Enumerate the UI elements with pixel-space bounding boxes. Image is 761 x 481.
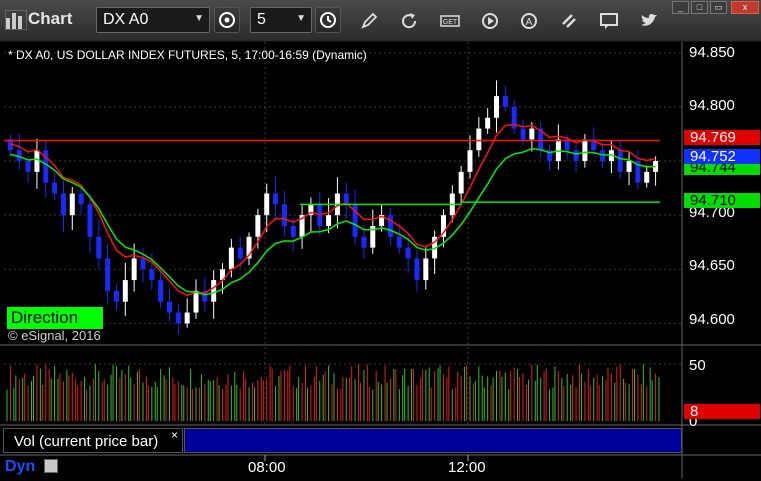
candle-body <box>405 247 411 259</box>
candle-body <box>573 150 579 162</box>
green-level-line <box>300 201 660 206</box>
time-scroll-area[interactable] <box>684 458 760 480</box>
candle-body <box>326 215 332 226</box>
candle-body <box>167 301 172 313</box>
candle-body <box>361 236 367 248</box>
candle-body <box>582 139 588 162</box>
candle-body <box>423 258 429 281</box>
candle-body <box>273 193 279 205</box>
candle-body <box>502 96 508 107</box>
green-level-value-tag: 94.710 <box>684 193 760 208</box>
copyright-text: © eSignal, 2016 <box>8 328 101 343</box>
candle-body <box>211 280 217 302</box>
price-chart[interactable] <box>0 0 761 481</box>
lock-icon[interactable] <box>44 459 58 473</box>
price-tick: 94.650 <box>689 257 735 274</box>
direction-label: Direction <box>7 307 103 329</box>
candle-body <box>396 236 402 248</box>
candle-body <box>264 193 270 216</box>
candle-body <box>52 182 58 194</box>
last-price-tag: 94.752 <box>684 149 760 164</box>
dynamic-mode-label[interactable]: Dyn <box>5 458 35 476</box>
candle-body <box>158 280 164 302</box>
candle-body <box>255 215 261 237</box>
candle-body <box>25 161 31 172</box>
candle-body <box>34 150 40 172</box>
candle-body <box>485 117 491 129</box>
candle-body <box>131 258 137 281</box>
study-title-bar <box>184 428 682 453</box>
candle-body <box>193 290 199 313</box>
price-tick: 94.850 <box>689 44 735 61</box>
candle-body <box>96 236 102 259</box>
volume-value-tag: 8 <box>684 404 760 419</box>
candle-body <box>281 204 287 226</box>
candle-body <box>184 312 190 324</box>
time-axis-tick: 08:00 <box>248 459 286 476</box>
price-tick: 94.600 <box>689 311 735 328</box>
candle-body <box>122 280 128 302</box>
candle-body <box>644 171 650 183</box>
candle-body <box>140 258 146 270</box>
candle-body <box>476 128 482 151</box>
volume-study-title[interactable]: Vol (current price bar) <box>3 428 183 453</box>
candle-body <box>414 258 420 281</box>
candle-body <box>529 128 535 140</box>
red-line-value-tag: 94.769 <box>684 130 760 145</box>
price-tick: 94.800 <box>689 97 735 114</box>
candle-body <box>113 290 119 302</box>
candle-body <box>290 225 296 237</box>
time-axis-tick: 12:00 <box>448 459 486 476</box>
candle-body <box>228 247 234 270</box>
candle-body <box>387 215 393 237</box>
candle-body <box>69 193 75 216</box>
volume-tick: 50 <box>689 357 706 374</box>
candle-body <box>175 312 181 324</box>
close-study-icon[interactable]: × <box>171 428 178 442</box>
candle-body <box>237 247 243 259</box>
candle-body <box>87 204 93 237</box>
chart-symbol-info: * DX A0, US DOLLAR INDEX FUTURES, 5, 17:… <box>8 48 367 62</box>
candle-body <box>617 150 623 172</box>
candle-body <box>494 96 499 118</box>
candle-body <box>520 128 526 140</box>
candle-body <box>626 161 632 172</box>
candle-body <box>458 171 464 194</box>
candle-body <box>105 258 111 291</box>
candle-body <box>467 150 473 172</box>
candle-body <box>78 193 84 205</box>
candle-body <box>149 269 155 281</box>
candle-body <box>60 193 66 216</box>
